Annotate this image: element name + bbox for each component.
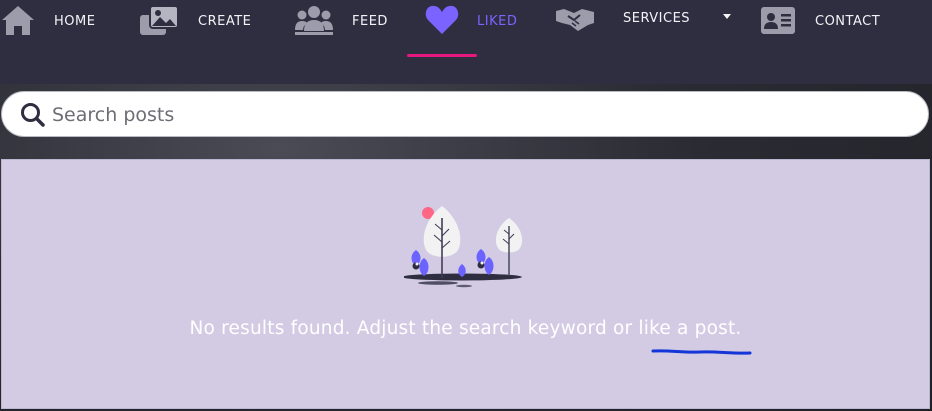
- nav-liked-label: liked: [477, 8, 518, 30]
- contact-card-icon: [761, 7, 795, 34]
- home-icon: [2, 6, 34, 35]
- search-icon: [21, 103, 45, 127]
- handshake-icon: [556, 9, 594, 31]
- heart-icon: [425, 5, 459, 34]
- nav-create-label: create: [198, 8, 252, 30]
- nav-contact-label: contact: [815, 8, 881, 30]
- empty-results-message: No results found. Adjust the search keyw…: [189, 318, 742, 339]
- blue-underline-annotation: [651, 349, 752, 355]
- nav-home-label: home: [54, 8, 96, 30]
- caret-down-icon: [723, 14, 731, 19]
- search-bar[interactable]: [1, 91, 929, 137]
- top-navbar: home create feed liked services contact: [0, 0, 932, 84]
- empty-state-illustration: [404, 206, 523, 288]
- nav-services-label: services: [623, 5, 691, 27]
- results-panel: No results found. Adjust the search keyw…: [1, 159, 930, 409]
- search-input[interactable]: [50, 98, 914, 132]
- active-tab-indicator: [407, 54, 477, 57]
- images-icon: [140, 5, 179, 35]
- nav-feed-label: feed: [352, 8, 388, 30]
- users-icon: [295, 6, 333, 35]
